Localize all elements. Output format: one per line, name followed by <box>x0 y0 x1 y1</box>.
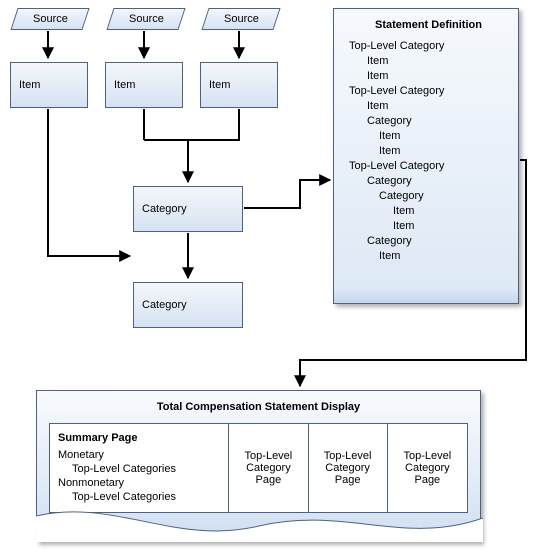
source-label: Source <box>224 9 259 29</box>
summary-page-cell: Summary Page Monetary Top-Level Categori… <box>50 424 229 512</box>
torn-edge-icon <box>36 506 483 542</box>
summary-group-label: Nonmonetary <box>58 476 220 490</box>
statement-definition-body: Top-Level CategoryItemItemTop-Level Cate… <box>349 39 508 264</box>
statement-definition-line: Item <box>393 219 508 234</box>
statement-definition-line: Item <box>379 249 508 264</box>
category-page-label: Top-Level Category Page <box>317 450 379 486</box>
summary-group-sub: Top-Level Categories <box>72 462 220 476</box>
item-node: Item <box>105 62 183 108</box>
statement-definition-line: Item <box>367 69 508 84</box>
category-page-label: Top-Level Category Page <box>237 450 299 486</box>
summary-page-title: Summary Page <box>58 432 220 444</box>
statement-definition-line: Item <box>393 204 508 219</box>
statement-definition-line: Top-Level Category <box>349 159 508 174</box>
source-node: Source <box>201 8 280 30</box>
statement-definition-panel: Statement Definition Top-Level CategoryI… <box>333 8 519 304</box>
item-label: Item <box>114 79 174 91</box>
source-label: Source <box>129 9 164 29</box>
statement-definition-line: Top-Level Category <box>349 84 508 99</box>
category-node: Category <box>133 282 243 328</box>
item-label: Item <box>209 79 269 91</box>
category-label: Category <box>142 203 234 215</box>
statement-definition-line: Top-Level Category <box>349 39 508 54</box>
statement-definition-line: Item <box>367 99 508 114</box>
source-label: Source <box>33 9 68 29</box>
category-node: Category <box>133 186 243 232</box>
statement-display-title: Total Compensation Statement Display <box>37 391 480 419</box>
statement-definition-line: Item <box>367 54 508 69</box>
statement-definition-title: Statement Definition <box>349 19 508 31</box>
source-node: Source <box>106 8 185 30</box>
category-page-cell: Top-Level Category Page <box>388 424 467 512</box>
item-node: Item <box>10 62 88 108</box>
statement-definition-line: Item <box>379 129 508 144</box>
summary-group-label: Monetary <box>58 448 220 462</box>
category-page-cell: Top-Level Category Page <box>229 424 308 512</box>
statement-display-grid: Summary Page Monetary Top-Level Categori… <box>49 423 468 513</box>
summary-group-sub: Top-Level Categories <box>72 490 220 504</box>
category-page-label: Top-Level Category Page <box>396 450 459 486</box>
category-page-cell: Top-Level Category Page <box>309 424 388 512</box>
item-label: Item <box>19 79 79 91</box>
statement-definition-line: Category <box>367 234 508 249</box>
statement-definition-line: Category <box>367 114 508 129</box>
statement-definition-line: Category <box>367 174 508 189</box>
statement-definition-line: Item <box>379 144 508 159</box>
source-node: Source <box>10 8 89 30</box>
category-label: Category <box>142 299 234 311</box>
statement-definition-line: Category <box>379 189 508 204</box>
item-node: Item <box>200 62 278 108</box>
statement-display-panel: Total Compensation Statement Display Sum… <box>36 390 481 542</box>
